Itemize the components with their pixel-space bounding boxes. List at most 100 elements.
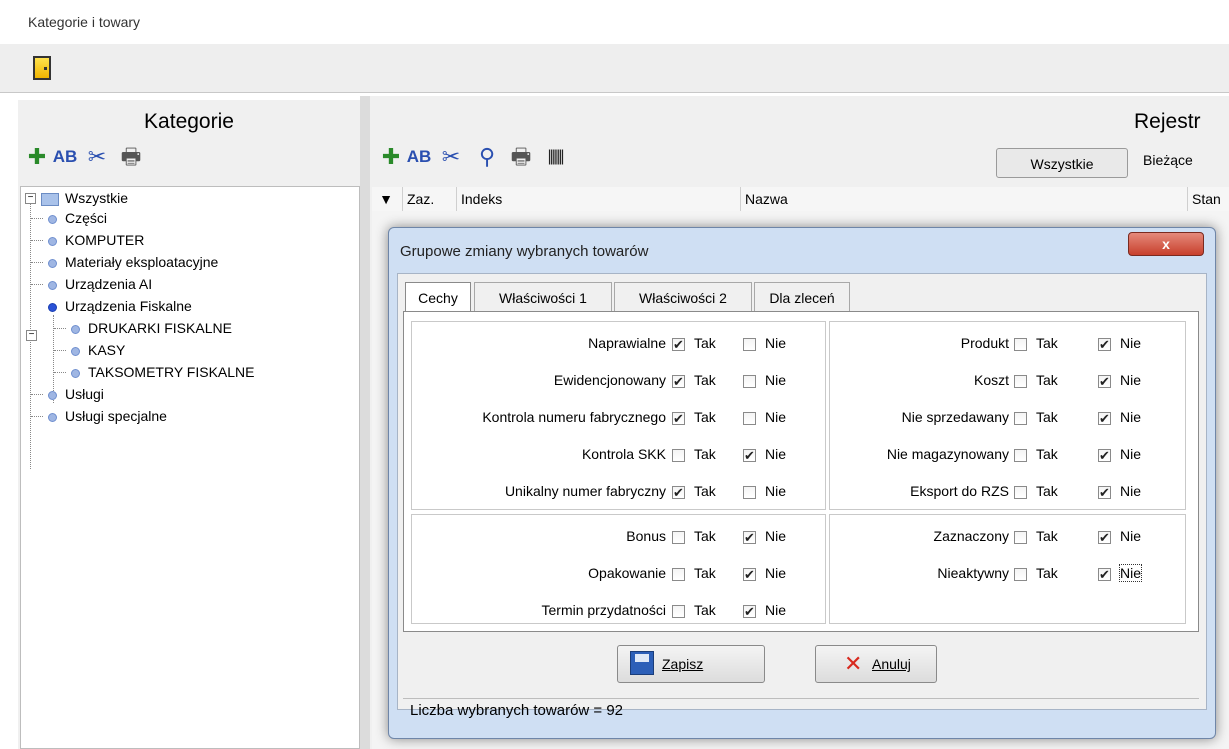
column-header-zaz[interactable]: Zaz. (402, 187, 455, 211)
exit-door-icon[interactable] (33, 56, 51, 80)
checkbox-nie[interactable]: Nie (1098, 443, 1141, 467)
checkbox-box[interactable] (672, 334, 685, 356)
checkbox-nie[interactable]: Nie (1098, 332, 1141, 356)
checkbox-box[interactable] (672, 371, 685, 393)
checkbox-box[interactable] (1098, 527, 1111, 549)
checkbox-box[interactable] (1098, 445, 1111, 467)
checkbox-nie[interactable]: Nie (1098, 562, 1143, 586)
tree-item[interactable]: Części (48, 208, 107, 228)
print-icon[interactable]: 🖶 (118, 144, 144, 170)
checkbox-tak[interactable]: Tak (1014, 525, 1058, 547)
checkbox-tak[interactable]: Tak (1014, 443, 1058, 465)
column-header-name[interactable]: Nazwa (740, 187, 1185, 211)
filter-current-button[interactable]: Bieżące (1143, 152, 1193, 168)
checkbox-box[interactable] (672, 482, 685, 504)
tab-dla-zlecen[interactable]: Dla zleceń (754, 282, 850, 312)
checkbox-tak[interactable]: Tak (672, 525, 716, 547)
checkbox-tak[interactable]: Tak (672, 480, 716, 504)
checkbox-label: Nie (1120, 483, 1142, 499)
cut-icon[interactable]: ✂ (84, 144, 110, 170)
checkbox-nie[interactable]: Nie (1098, 369, 1141, 393)
tree-item[interactable]: KASY (71, 340, 125, 360)
checkbox-tak[interactable]: Tak (672, 406, 716, 430)
checkbox-tak[interactable]: Tak (672, 599, 716, 621)
checkbox-nie[interactable]: Nie (1098, 525, 1141, 549)
checkbox-box[interactable] (1014, 530, 1027, 544)
property-label: Nie magazynowany (886, 446, 1009, 462)
cancel-label: Anuluj (872, 656, 911, 672)
tree-item-root[interactable]: Wszystkie (41, 188, 128, 208)
close-button[interactable]: x (1128, 232, 1204, 256)
checkbox-box[interactable] (1098, 371, 1111, 393)
property-label: Termin przydatności (541, 602, 667, 618)
column-header-status[interactable]: Stan (1187, 187, 1229, 211)
checkbox-box[interactable] (743, 601, 756, 623)
checkbox-box[interactable] (1098, 408, 1111, 430)
barcode-icon[interactable]: ||||||| (542, 144, 568, 170)
tree-collapse-icon[interactable]: − (26, 330, 37, 341)
checkbox-box[interactable] (1098, 482, 1111, 504)
tree-item[interactable]: Materiały eksploatacyjne (48, 252, 218, 272)
tree-item[interactable]: DRUKARKI FISKALNE (71, 318, 232, 338)
checkbox-box[interactable] (1014, 374, 1027, 388)
tree-item[interactable]: Usługi specjalne (48, 406, 167, 426)
panel-splitter[interactable] (360, 96, 370, 749)
tree-item[interactable]: Urządzenia AI (48, 274, 152, 294)
cancel-button[interactable]: ✕ Anuluj (815, 645, 937, 683)
tree-item[interactable]: TAKSOMETRY FISKALNE (71, 362, 255, 382)
tab-wlasciwosci-2[interactable]: Właściwości 2 (614, 282, 752, 312)
checkbox-tak[interactable]: Tak (672, 562, 716, 584)
tab-wlasciwosci-1[interactable]: Właściwości 1 (474, 282, 612, 312)
checkbox-label: Tak (1036, 446, 1058, 462)
checkbox-tak[interactable]: Tak (672, 369, 716, 393)
column-menu-icon[interactable]: ▼ (372, 187, 400, 211)
checkbox-box[interactable] (672, 567, 685, 581)
checkbox-tak[interactable]: Tak (1014, 369, 1058, 391)
checkbox-box[interactable] (1014, 567, 1027, 581)
filter-all-button[interactable]: Wszystkie (996, 148, 1128, 178)
checkbox-nie[interactable]: Nie (743, 599, 786, 623)
selected-count-status: Liczba wybranych towarów = 92 (410, 702, 624, 719)
checkbox-tak[interactable]: Tak (1014, 406, 1058, 428)
checkbox-tak[interactable]: Tak (672, 443, 716, 465)
checkbox-box[interactable] (672, 530, 685, 544)
checkbox-nie[interactable]: Nie (1098, 480, 1142, 504)
checkbox-box[interactable] (672, 408, 685, 430)
checkbox-box[interactable] (1014, 337, 1027, 351)
checkbox-tak[interactable]: Tak (1014, 332, 1058, 354)
add-icon[interactable]: ✚ (24, 144, 50, 170)
checkbox-box[interactable] (1014, 411, 1027, 425)
tree-item[interactable]: Usługi (48, 384, 104, 404)
categories-toolbar: ✚ AB ✂ 🖶 (24, 144, 154, 174)
status-divider (403, 698, 1199, 699)
tree-item[interactable]: KOMPUTER (48, 230, 144, 250)
checkbox-nie[interactable]: Nie (1098, 406, 1142, 430)
tree-item-label: Urządzenia Fiskalne (65, 298, 192, 314)
print-icon[interactable]: 🖶 (508, 144, 534, 170)
checkbox-box[interactable] (1098, 564, 1111, 586)
checkbox-box[interactable] (1014, 485, 1027, 499)
rename-icon[interactable]: AB (406, 144, 432, 170)
checkbox-tak[interactable]: Tak (672, 332, 716, 356)
tree-item-label: Urządzenia AI (65, 276, 153, 292)
checkbox-box[interactable] (1014, 448, 1027, 462)
checkbox-tak[interactable]: Tak (1014, 562, 1058, 584)
tree-item-selected[interactable]: Urządzenia Fiskalne (48, 296, 192, 316)
cut-icon[interactable]: ✂ (438, 144, 464, 170)
checkbox-tak[interactable]: Tak (1014, 480, 1058, 502)
checkbox-label: Tak (1036, 372, 1058, 388)
property-label: Nieaktywny (937, 565, 1009, 581)
rename-icon[interactable]: AB (52, 144, 78, 170)
checkbox-box[interactable] (1098, 334, 1111, 356)
tab-cechy[interactable]: Cechy (405, 282, 471, 312)
checkbox-box[interactable] (672, 604, 685, 618)
binoculars-icon[interactable]: ⚲ (474, 144, 500, 170)
floppy-disk-icon (630, 651, 654, 675)
add-icon[interactable]: ✚ (378, 144, 404, 170)
checkbox-label: Tak (694, 602, 716, 618)
checkbox-label: Nie (1120, 409, 1142, 425)
column-header-index[interactable]: Indeks (456, 187, 741, 211)
register-header: Rejestr (1134, 110, 1201, 133)
save-button[interactable]: Zapisz (617, 645, 765, 683)
checkbox-box[interactable] (672, 448, 685, 462)
